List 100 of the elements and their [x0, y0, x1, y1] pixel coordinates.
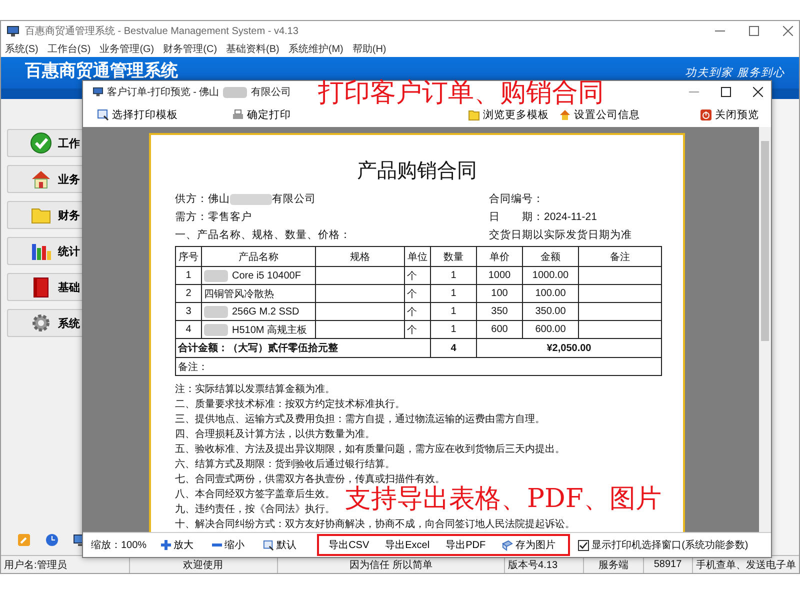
window-title: 百惠商贸通管理系统 - Bestvalue Management System - v4.13	[25, 24, 298, 38]
app-title: 百惠商贸通管理系统	[25, 61, 178, 81]
toolbar-button[interactable]: 确定打印	[232, 108, 291, 122]
gear-icon	[30, 312, 52, 334]
table-cell: 4	[176, 320, 202, 338]
section-heading: 一、产品名称、规格、数量、价格：	[175, 228, 351, 242]
table-cell: 2	[176, 284, 202, 302]
power-icon	[700, 109, 712, 121]
delivery-note: 交货日期以实际发货日期为准	[489, 228, 633, 242]
contract-clause: 七、合同壹式两份，供需双方各执壹份，传真或扫描件有效。	[175, 472, 445, 486]
export-button[interactable]: 导出CSV	[328, 538, 370, 552]
plus-icon	[160, 540, 171, 550]
magnifier-icon	[262, 540, 274, 550]
table-cell: 600.00	[522, 320, 578, 338]
column-header: 金额	[522, 246, 578, 266]
magnifier-icon	[97, 109, 109, 121]
date-label: 日 期：2024-11-21	[489, 210, 598, 224]
menu-item[interactable]: 系统(S)	[5, 42, 38, 56]
toolbar-button[interactable]: 默认	[262, 538, 297, 552]
contract-clause: 五、验收标准、方法及提出异议期限，如有质量问题，需方应在收到货物后三天内提出。	[175, 442, 565, 457]
table-cell: 350.00	[522, 302, 578, 320]
table-cell: 1	[430, 266, 476, 284]
close-icon[interactable]	[753, 87, 763, 97]
annotation-text: 打印客户订单、购销合同	[318, 80, 604, 106]
product-name: 256G M.2 SSD	[232, 306, 300, 318]
monitor-icon	[7, 26, 19, 36]
dialog-title: 有限公司	[251, 86, 292, 99]
checkbox-square[interactable]	[578, 540, 589, 550]
table-cell: 1	[176, 266, 202, 284]
column-header: 单位	[404, 246, 430, 266]
printer-dialog-checkbox[interactable]: 显示打印机选择窗口(系统功能参数)	[578, 538, 748, 552]
menu-item[interactable]: 业务管理(G)	[100, 42, 154, 56]
contract-clause: 八、本合同经双方签字盖章后生效。	[175, 488, 335, 502]
monitor-icon	[93, 87, 103, 97]
product-name: Core i5 10400F	[232, 270, 301, 282]
contract-clause: 九、违约责任，按《合同法》执行。	[175, 502, 335, 517]
contract-clause: 十、解决合同纠纷方式：双方友好协商解决，协商不成，向合同签订地人民法院提起诉讼。	[175, 518, 575, 532]
annotation-text: 支持导出表格、PDF、图片	[345, 486, 662, 512]
menu-item[interactable]: 帮助(H)	[352, 42, 386, 56]
table-cell: 1	[430, 302, 476, 320]
toolbar-button[interactable]: 缩小	[212, 538, 245, 552]
checkmark-icon	[30, 132, 52, 154]
table-cell: 100	[476, 284, 522, 302]
table-cell: 个	[404, 266, 430, 284]
contract-number-label: 合同编号：	[489, 192, 545, 206]
export-button[interactable]: 存为图片	[502, 538, 556, 552]
table-cell: 100.00	[522, 284, 578, 302]
column-header: 规格	[316, 246, 404, 266]
product-name: 四铜管风冷散热	[204, 288, 274, 300]
contract-clause: 四、合理损耗及计算方法，以供方数量为准。	[175, 428, 375, 442]
buyer-label: 需方：零售客户	[175, 210, 252, 224]
export-button[interactable]: 导出PDF	[446, 538, 486, 552]
toolbar-button[interactable]: 放大	[160, 538, 194, 552]
table-cell: 1000	[476, 266, 522, 284]
redaction-block	[223, 86, 248, 98]
contract-clause: 六、结算方式及期限：货到验收后通过银行结算。	[175, 458, 395, 472]
table-cell: 个	[404, 320, 430, 338]
menu-item[interactable]: 系统维护(M)	[288, 42, 344, 56]
table-cell: 600	[476, 320, 522, 338]
table-cell: 350	[476, 302, 522, 320]
table-cell: 合计金额：（大写）贰仟零伍拾元整	[176, 338, 430, 358]
toolbar-button[interactable]: 浏览更多模板	[468, 108, 549, 122]
zoom-label: 缩放：100%	[91, 538, 147, 552]
export-button[interactable]: 导出Excel	[385, 538, 430, 552]
folder-icon	[468, 109, 480, 121]
toolbar-button[interactable]: 选择打印模板	[97, 108, 178, 122]
table-cell: 1000.00	[522, 266, 578, 284]
dialog-title: 客户订单-打印预览 - 佛山	[107, 86, 220, 99]
supplier-label: 供方：佛山	[175, 192, 230, 206]
table-cell: ¥2,050.00	[476, 338, 662, 358]
column-header: 序号	[176, 246, 202, 266]
column-header: 产品名称	[202, 246, 316, 266]
menu-item[interactable]: 财务管理(C)	[163, 42, 218, 56]
slogan: 功夫到家 服务到心	[684, 67, 785, 79]
column-header: 数量	[430, 246, 476, 266]
table-cell: 备注：	[176, 358, 662, 376]
status-cell-text: 手机查单、发送电子单	[695, 558, 797, 572]
contract-clause: 注：实际结算以发票结算金额为准。	[175, 382, 335, 397]
toolbar-button[interactable]: 设置公司信息	[559, 108, 640, 122]
table-cell: 1	[430, 320, 476, 338]
supplier-label: 有限公司	[272, 192, 316, 206]
product-name: H510M 高规主板	[232, 324, 308, 336]
clock-icon[interactable]	[45, 533, 59, 547]
scrollbar[interactable]	[759, 127, 771, 532]
column-header: 备注	[578, 246, 662, 266]
table-cell: 4	[430, 338, 476, 358]
menu-item[interactable]: 工作台(S)	[47, 42, 91, 56]
printer-icon	[232, 109, 244, 121]
contract-clause: 三、提供地点、运输方式及费用负担：需方自提，通过物流运输的运费由需方自理。	[175, 412, 545, 427]
table-cell: 个	[404, 302, 430, 320]
scrollbar-thumb[interactable]	[761, 141, 769, 341]
table-cell: 个	[404, 284, 430, 302]
redaction-block	[230, 194, 272, 204]
toolbar-button[interactable]: 关闭预览	[700, 108, 759, 122]
table-cell: 1	[430, 284, 476, 302]
menu-item[interactable]: 基础资料(B)	[226, 42, 280, 56]
column-header: 单价	[476, 246, 522, 266]
table-cell: 3	[176, 302, 202, 320]
contract-clause: 二、质量要求技术标准：按双方约定技术标准执行。	[175, 398, 405, 412]
maximize-icon[interactable]	[721, 87, 731, 97]
